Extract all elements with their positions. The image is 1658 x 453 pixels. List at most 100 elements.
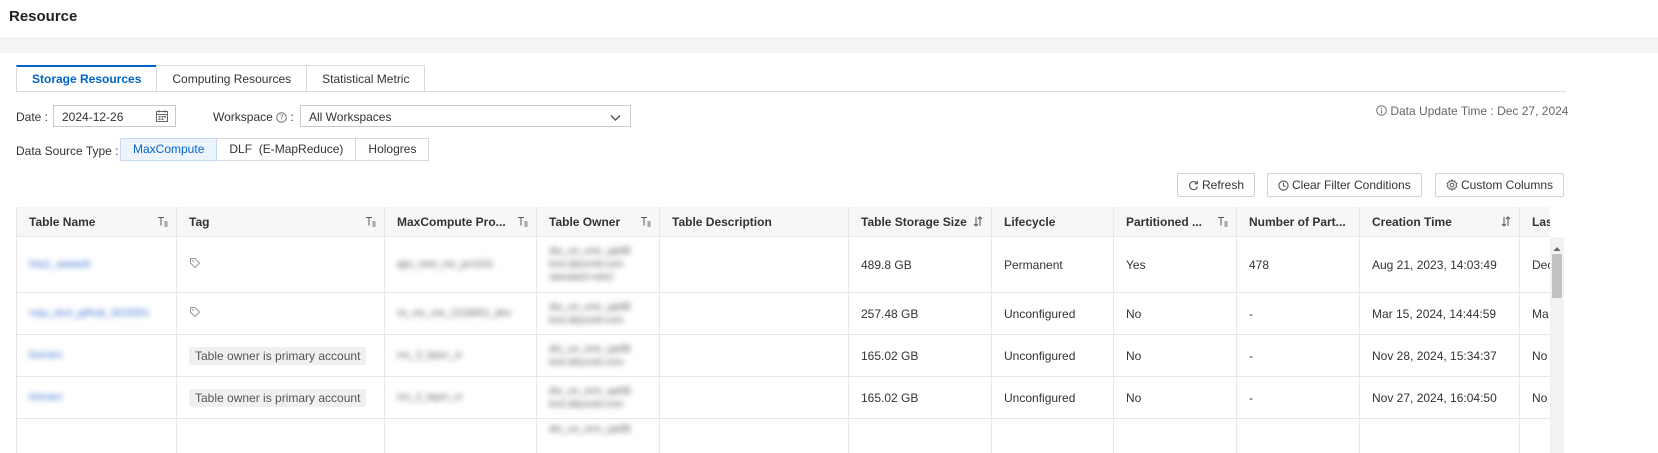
custom-columns-label: Custom Columns [1461,178,1554,192]
update-time-value: Dec 27, 2024 [1497,104,1569,118]
col-table-description[interactable]: Table Description [660,207,849,236]
page-header: Resource [0,0,1658,39]
col-partitioned[interactable]: Partitioned ... [1114,207,1237,236]
date-picker[interactable]: 2024-12-26 [53,105,176,127]
table-row[interactable]: rsqu_dvvt_github_3015001 ss_mc_ms_121800… [17,293,1550,335]
workspace-colon: : [290,110,294,124]
lifecycle: Unconfigured [1004,348,1076,363]
clock-icon [1278,180,1289,191]
chevron-down-icon [610,111,621,125]
table-row[interactable]: dio_on_emr_qa0B [17,419,1550,453]
owner-name: dio_on_emr_qa0B test.aliyunid.com standa… [549,246,631,283]
sort-icon[interactable] [973,216,983,230]
filter-icon[interactable] [517,216,528,230]
last-value: No [1532,348,1548,363]
info-icon [1376,104,1390,118]
clear-filter-button[interactable]: Clear Filter Conditions [1267,173,1422,197]
lifecycle: Unconfigured [1004,390,1076,405]
resource-tabs: Storage Resources Computing Resources St… [16,65,1566,92]
table-name-link[interactable]: linerarn [29,391,62,404]
creation-time: Nov 27, 2024, 16:04:50 [1372,390,1497,405]
lifecycle: Unconfigured [1004,306,1076,321]
project-name: mc_3_layer_cr [397,350,463,361]
tag-icon[interactable] [189,257,201,272]
filter-icon[interactable] [157,216,168,230]
custom-columns-button[interactable]: Custom Columns [1435,173,1565,197]
lifecycle: Permanent [1004,257,1063,272]
last-value: Ma [1532,306,1549,321]
update-time-label: Data Update Time : [1390,104,1494,118]
table-name-link[interactable]: tmp1_aaaaub [29,258,90,271]
table-row[interactable]: tmp1_aaaaub qpc_new_mc_pc1101 dio_on_emr… [17,237,1550,293]
owner-name: dio_on_emr_qa0B test.aliyunid.com [549,301,631,326]
table-row[interactable]: linerarn Table owner is primary account … [17,335,1550,377]
svg-text:?: ? [280,113,284,122]
workspace-select[interactable]: All Workspaces [300,105,631,127]
table-row[interactable]: linerarn Table owner is primary account … [17,377,1550,419]
creation-time: Mar 15, 2024, 14:44:59 [1372,306,1497,321]
creation-time: Nov 28, 2024, 15:34:37 [1372,348,1497,363]
partition-count: - [1249,390,1253,405]
col-creation-time[interactable]: Creation Time [1360,207,1520,236]
filter-icon[interactable] [365,216,376,230]
partitioned: Yes [1126,257,1146,272]
sort-icon[interactable] [1501,216,1511,230]
table-scrollbar[interactable] [1550,237,1564,453]
col-number-of-partitions[interactable]: Number of Part... [1237,207,1360,236]
partitioned: No [1126,348,1142,363]
project-name: mc_2_layer_cr [397,392,463,403]
storage-table: Table Name Tag MaxCompute Pro... Table O… [16,207,1550,453]
workspace-label-group: Workspace ? : [213,110,294,126]
col-table-owner[interactable]: Table Owner [537,207,660,236]
data-source-label: Data Source Type : [16,144,119,158]
tab-computing-resources[interactable]: Computing Resources [156,65,308,91]
data-source-dlf[interactable]: DLF (E-MapReduce) [216,138,357,161]
storage-size: 489.8 GB [861,257,912,272]
partition-count: - [1249,348,1253,363]
col-maxcompute-project[interactable]: MaxCompute Pro... [385,207,537,236]
project-name: qpc_new_mc_pc1101 [397,259,494,270]
filter-icon[interactable] [1217,216,1228,230]
data-source-maxcompute[interactable]: MaxCompute [120,138,218,161]
col-tag[interactable]: Tag [177,207,385,236]
tag-icon[interactable] [189,306,201,321]
scroll-up-icon[interactable] [1553,241,1561,255]
creation-time: Aug 21, 2023, 14:03:49 [1372,257,1497,272]
tag-chip[interactable]: Table owner is primary account [189,388,367,407]
page-title: Resource [9,8,78,25]
refresh-button[interactable]: Refresh [1177,173,1256,197]
col-lifecycle[interactable]: Lifecycle [992,207,1114,236]
col-table-name[interactable]: Table Name [17,207,177,236]
table-name-link[interactable]: linerarn [29,349,62,362]
scrollbar-thumb[interactable] [1552,254,1562,298]
gear-icon [1446,178,1458,192]
table-name-link[interactable]: rsqu_dvvt_github_3015001 [29,307,150,320]
help-icon[interactable]: ? [276,112,287,126]
tab-storage-resources[interactable]: Storage Resources [16,65,158,91]
storage-size: 165.02 GB [861,348,919,363]
workspace-value: All Workspaces [309,110,392,124]
last-value: No [1532,390,1548,405]
partitioned: No [1126,390,1142,405]
tag-chip[interactable]: Table owner is primary account [189,346,367,365]
header-divider-band [0,39,1658,53]
filter-icon[interactable] [640,216,651,230]
data-source-segmented: MaxCompute DLF (E-MapReduce) Hologres [120,138,430,161]
refresh-label: Refresh [1202,178,1245,192]
last-value: Dec [1532,257,1550,272]
tab-statistical-metric[interactable]: Statistical Metric [306,65,426,91]
col-last[interactable]: Las [1520,207,1550,236]
owner-name: dio_on_emr_qa0B [549,424,631,435]
clear-filter-label: Clear Filter Conditions [1292,178,1411,192]
partition-count: - [1249,306,1253,321]
col-table-storage-size[interactable]: Table Storage Size [849,207,992,236]
partition-count: 478 [1249,257,1270,272]
storage-size: 165.02 GB [861,390,919,405]
data-source-hologres[interactable]: Hologres [355,138,430,161]
refresh-icon [1189,181,1199,191]
date-label: Date : [16,110,49,124]
owner-name: dio_on_emr_qa0B test.aliyunid.com [549,343,631,368]
table-header: Table Name Tag MaxCompute Pro... Table O… [17,207,1550,237]
calendar-icon [155,109,169,126]
storage-size: 257.48 GB [861,306,919,321]
